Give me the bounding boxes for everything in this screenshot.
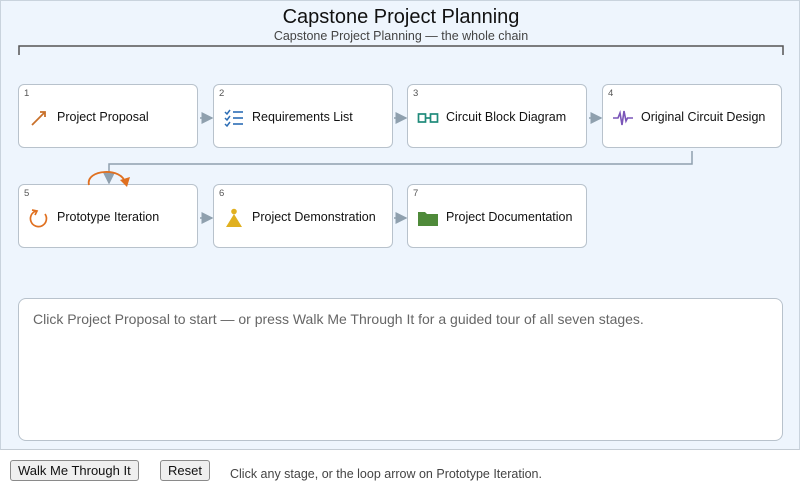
- connector-4-5: [103, 151, 693, 185]
- stage-label: Circuit Block Diagram: [446, 110, 567, 124]
- stage-number: 5: [24, 188, 30, 199]
- stage-label: Project Demonstration: [252, 210, 376, 224]
- waveform-icon: [613, 110, 633, 126]
- cycle-icon: [29, 209, 48, 228]
- info-message: Click Project Proposal to start — or pre…: [33, 311, 644, 327]
- stage-project-documentation[interactable]: 7 Project Documentation: [407, 184, 587, 248]
- stage-circuit-block-diagram[interactable]: 3 Circuit Block Diagram: [407, 84, 587, 148]
- block-diagram-icon: [417, 113, 439, 123]
- folder-icon: [418, 212, 438, 226]
- stage-requirements-list[interactable]: 2 Requirements List: [213, 84, 393, 148]
- stage-number: 3: [413, 88, 419, 99]
- stage-original-circuit-design[interactable]: 4 Original Circuit Design: [602, 84, 782, 148]
- checklist-icon: [224, 109, 243, 128]
- stage-project-proposal[interactable]: 1 Project Proposal: [18, 84, 198, 148]
- trend-arrow-icon: [31, 111, 46, 126]
- stage-label: Requirements List: [252, 110, 353, 124]
- presenter-icon: [226, 208, 242, 227]
- stage-number: 4: [608, 88, 614, 99]
- stage-number: 6: [219, 188, 225, 199]
- stage-number: 1: [24, 88, 30, 99]
- workflow-panel: Capstone Project Planning Capstone Proje…: [0, 0, 800, 450]
- hint-text: Click any stage, or the loop arrow on Pr…: [230, 467, 542, 481]
- chain-bracket: [18, 45, 784, 55]
- reset-button[interactable]: Reset: [160, 460, 210, 481]
- loop-arrow-icon[interactable]: [83, 163, 135, 191]
- info-panel: Click Project Proposal to start — or pre…: [18, 298, 783, 441]
- stage-label: Project Proposal: [57, 110, 149, 124]
- stage-number: 2: [219, 88, 225, 99]
- stage-prototype-iteration[interactable]: 5 Prototype Iteration: [18, 184, 198, 248]
- stage-label: Prototype Iteration: [57, 210, 160, 224]
- stage-label: Original Circuit Design: [641, 110, 766, 124]
- stage-number: 7: [413, 188, 419, 199]
- walk-me-through-button[interactable]: Walk Me Through It: [10, 460, 139, 481]
- stage-label: Project Documentation: [446, 210, 573, 224]
- stage-project-demonstration[interactable]: 6 Project Demonstration: [213, 184, 393, 248]
